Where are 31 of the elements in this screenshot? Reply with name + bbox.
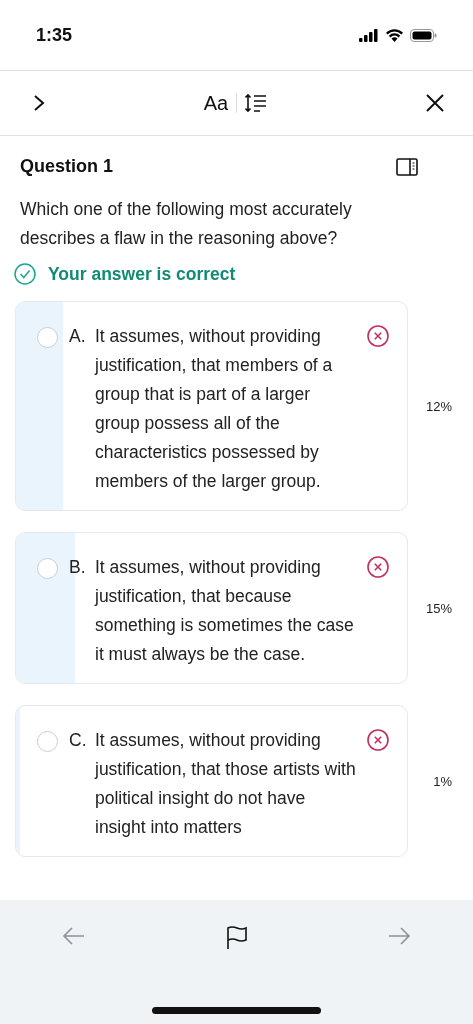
radio-button[interactable] — [37, 731, 58, 752]
status-time: 1:35 — [36, 24, 73, 46]
previous-button[interactable] — [62, 926, 86, 946]
wifi-icon — [385, 28, 404, 42]
flag-button[interactable] — [225, 926, 248, 950]
close-button[interactable] — [425, 93, 445, 113]
next-button[interactable] — [387, 926, 411, 946]
answer-option[interactable]: C. It assumes, without providing justification, that those artists with political insight do not have insight into matters — [15, 705, 408, 857]
option-text: It assumes, without providing justification, that because something is sometimes the case it must always be the case. — [95, 556, 355, 666]
signal-icon — [359, 28, 379, 42]
battery-icon — [410, 28, 437, 42]
answer-option[interactable]: B. It assumes, without providing justification, that because something is sometimes the case it must always be the case. — [15, 532, 408, 684]
option-letter: A. — [69, 325, 87, 348]
answer-option[interactable]: A. It assumes, without providing justification, that members of a group that is part of a larger group possess all of the characteristics possessed by members of the larger group. — [15, 301, 408, 511]
option-text: It assumes, without providing justification, that members of a group that is part of a larger group possess all of the characteristics possessed by members of the larger group. — [95, 325, 334, 493]
option-letter: B. — [69, 556, 87, 579]
expand-button[interactable] — [32, 94, 46, 112]
result-message: Your answer is correct — [48, 263, 236, 285]
line-spacing-button[interactable] — [245, 93, 268, 113]
percent-label: 1% — [433, 773, 452, 789]
percent-label: 12% — [425, 398, 452, 414]
split-view-button[interactable] — [396, 157, 418, 176]
cross-out-icon[interactable] — [367, 556, 389, 578]
cross-out-icon[interactable] — [367, 729, 389, 751]
question-prompt: Which one of the following most accurately describes a flaw in the reasoning above? — [20, 198, 353, 250]
question-title: Question 1 — [20, 156, 113, 177]
option-text: It assumes, without providing justification, that those artists with political insight do not have insight into matters — [95, 729, 357, 839]
option-letter: C. — [69, 729, 88, 752]
font-size-button[interactable]: Aa — [203, 91, 229, 115]
cross-out-icon[interactable] — [367, 325, 389, 347]
percent-label: 15% — [425, 600, 452, 616]
